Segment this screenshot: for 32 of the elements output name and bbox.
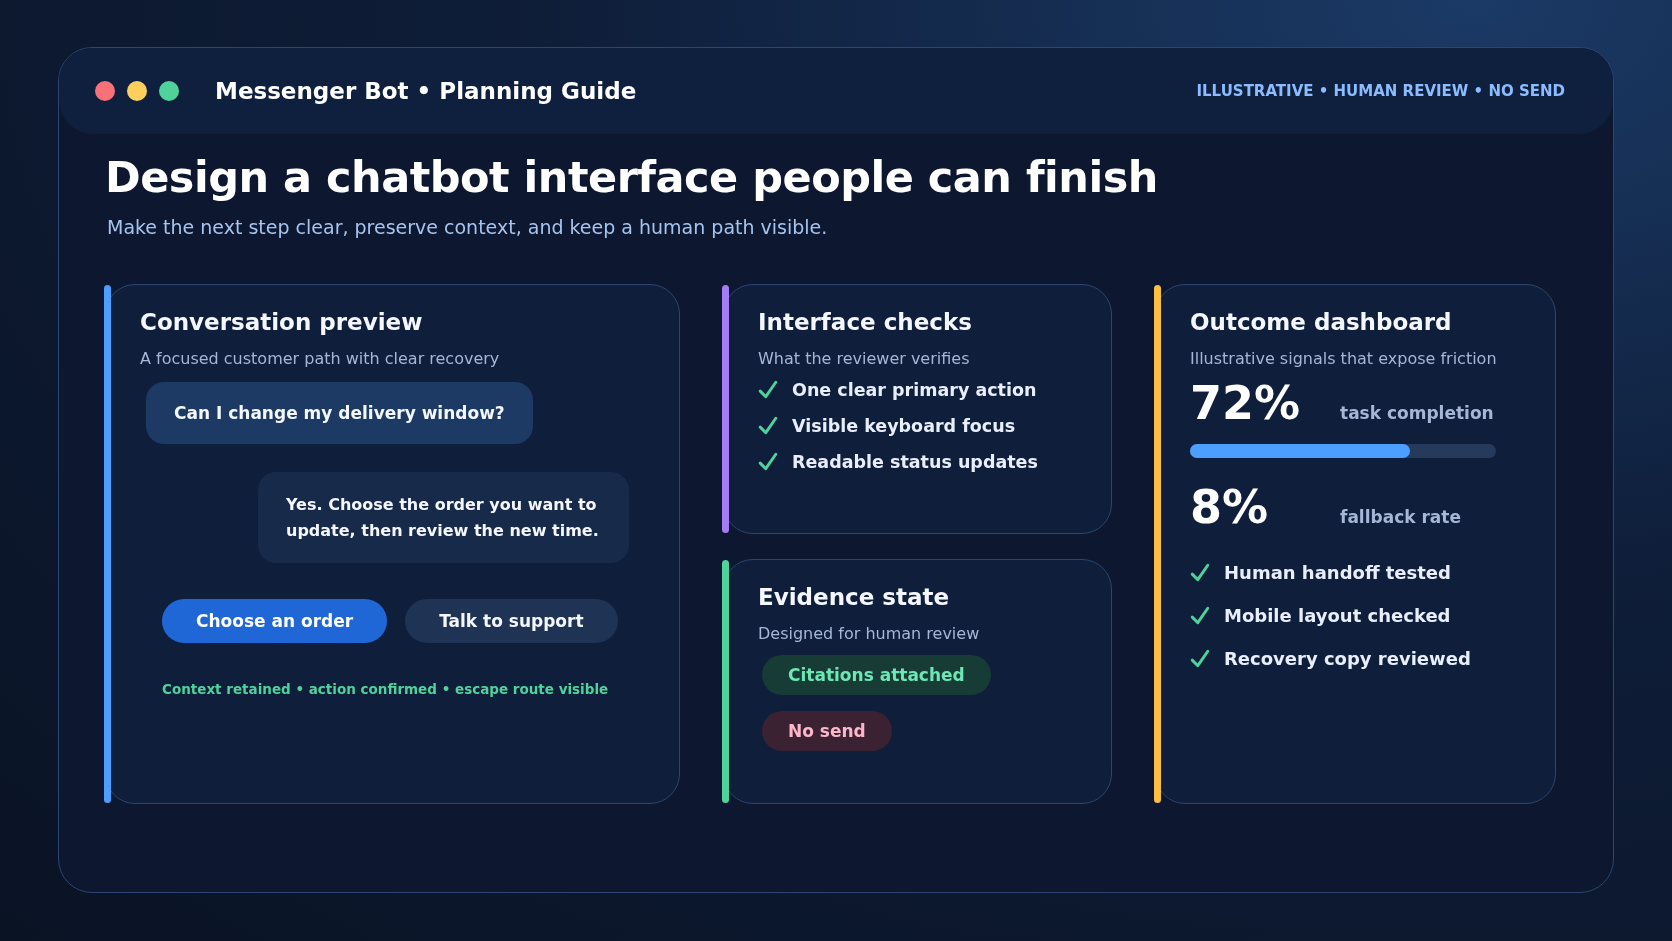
status-tag: ILLUSTRATIVE • HUMAN REVIEW • NO SEND bbox=[1196, 82, 1565, 100]
bot-message: Yes. Choose the order you want to update, then review the new time. bbox=[258, 472, 629, 564]
window-control-dot[interactable] bbox=[95, 81, 115, 101]
page-subheading: Make the next step clear, preserve context, and keep a human path visible. bbox=[107, 216, 829, 238]
metric-label: fallback rate bbox=[1340, 507, 1461, 527]
window-title: Messenger Bot • Planning Guide bbox=[215, 78, 637, 104]
card-subtitle: Illustrative signals that expose friction bbox=[1190, 349, 1498, 368]
check-label: Mobile layout checked bbox=[1224, 605, 1451, 626]
window-control-dot[interactable] bbox=[159, 81, 179, 101]
window-control-dot[interactable] bbox=[127, 81, 147, 101]
status-note: Context retained • action confirmed • escape route visible bbox=[162, 681, 610, 698]
check-label: Human handoff tested bbox=[1224, 562, 1451, 583]
status-badge: No send bbox=[762, 711, 892, 751]
card-subtitle: Designed for human review bbox=[758, 624, 981, 643]
check-label: Visible keyboard focus bbox=[792, 416, 1016, 436]
metric-value: 8% bbox=[1190, 480, 1270, 534]
primary-action-button[interactable]: Choose an order bbox=[162, 599, 388, 644]
card-title: Conversation preview bbox=[140, 309, 424, 335]
card-title: Outcome dashboard bbox=[1190, 309, 1453, 335]
check-label: One clear primary action bbox=[792, 380, 1037, 400]
card-title: Interface checks bbox=[758, 309, 973, 335]
card-title: Evidence state bbox=[758, 584, 951, 610]
status-badge: Citations attached bbox=[762, 655, 991, 695]
check-label: Readable status updates bbox=[792, 452, 1038, 472]
metric-label: task completion bbox=[1340, 403, 1494, 423]
card-subtitle: A focused customer path with clear recovery bbox=[140, 349, 501, 368]
secondary-action-button[interactable]: Talk to support bbox=[405, 599, 618, 644]
page-heading: Design a chatbot interface people can finish bbox=[105, 152, 1159, 202]
card-subtitle: What the reviewer verifies bbox=[758, 349, 971, 368]
user-message: Can I change my delivery window? bbox=[146, 382, 533, 444]
check-label: Recovery copy reviewed bbox=[1224, 648, 1471, 669]
metric-value: 72% bbox=[1190, 376, 1302, 430]
